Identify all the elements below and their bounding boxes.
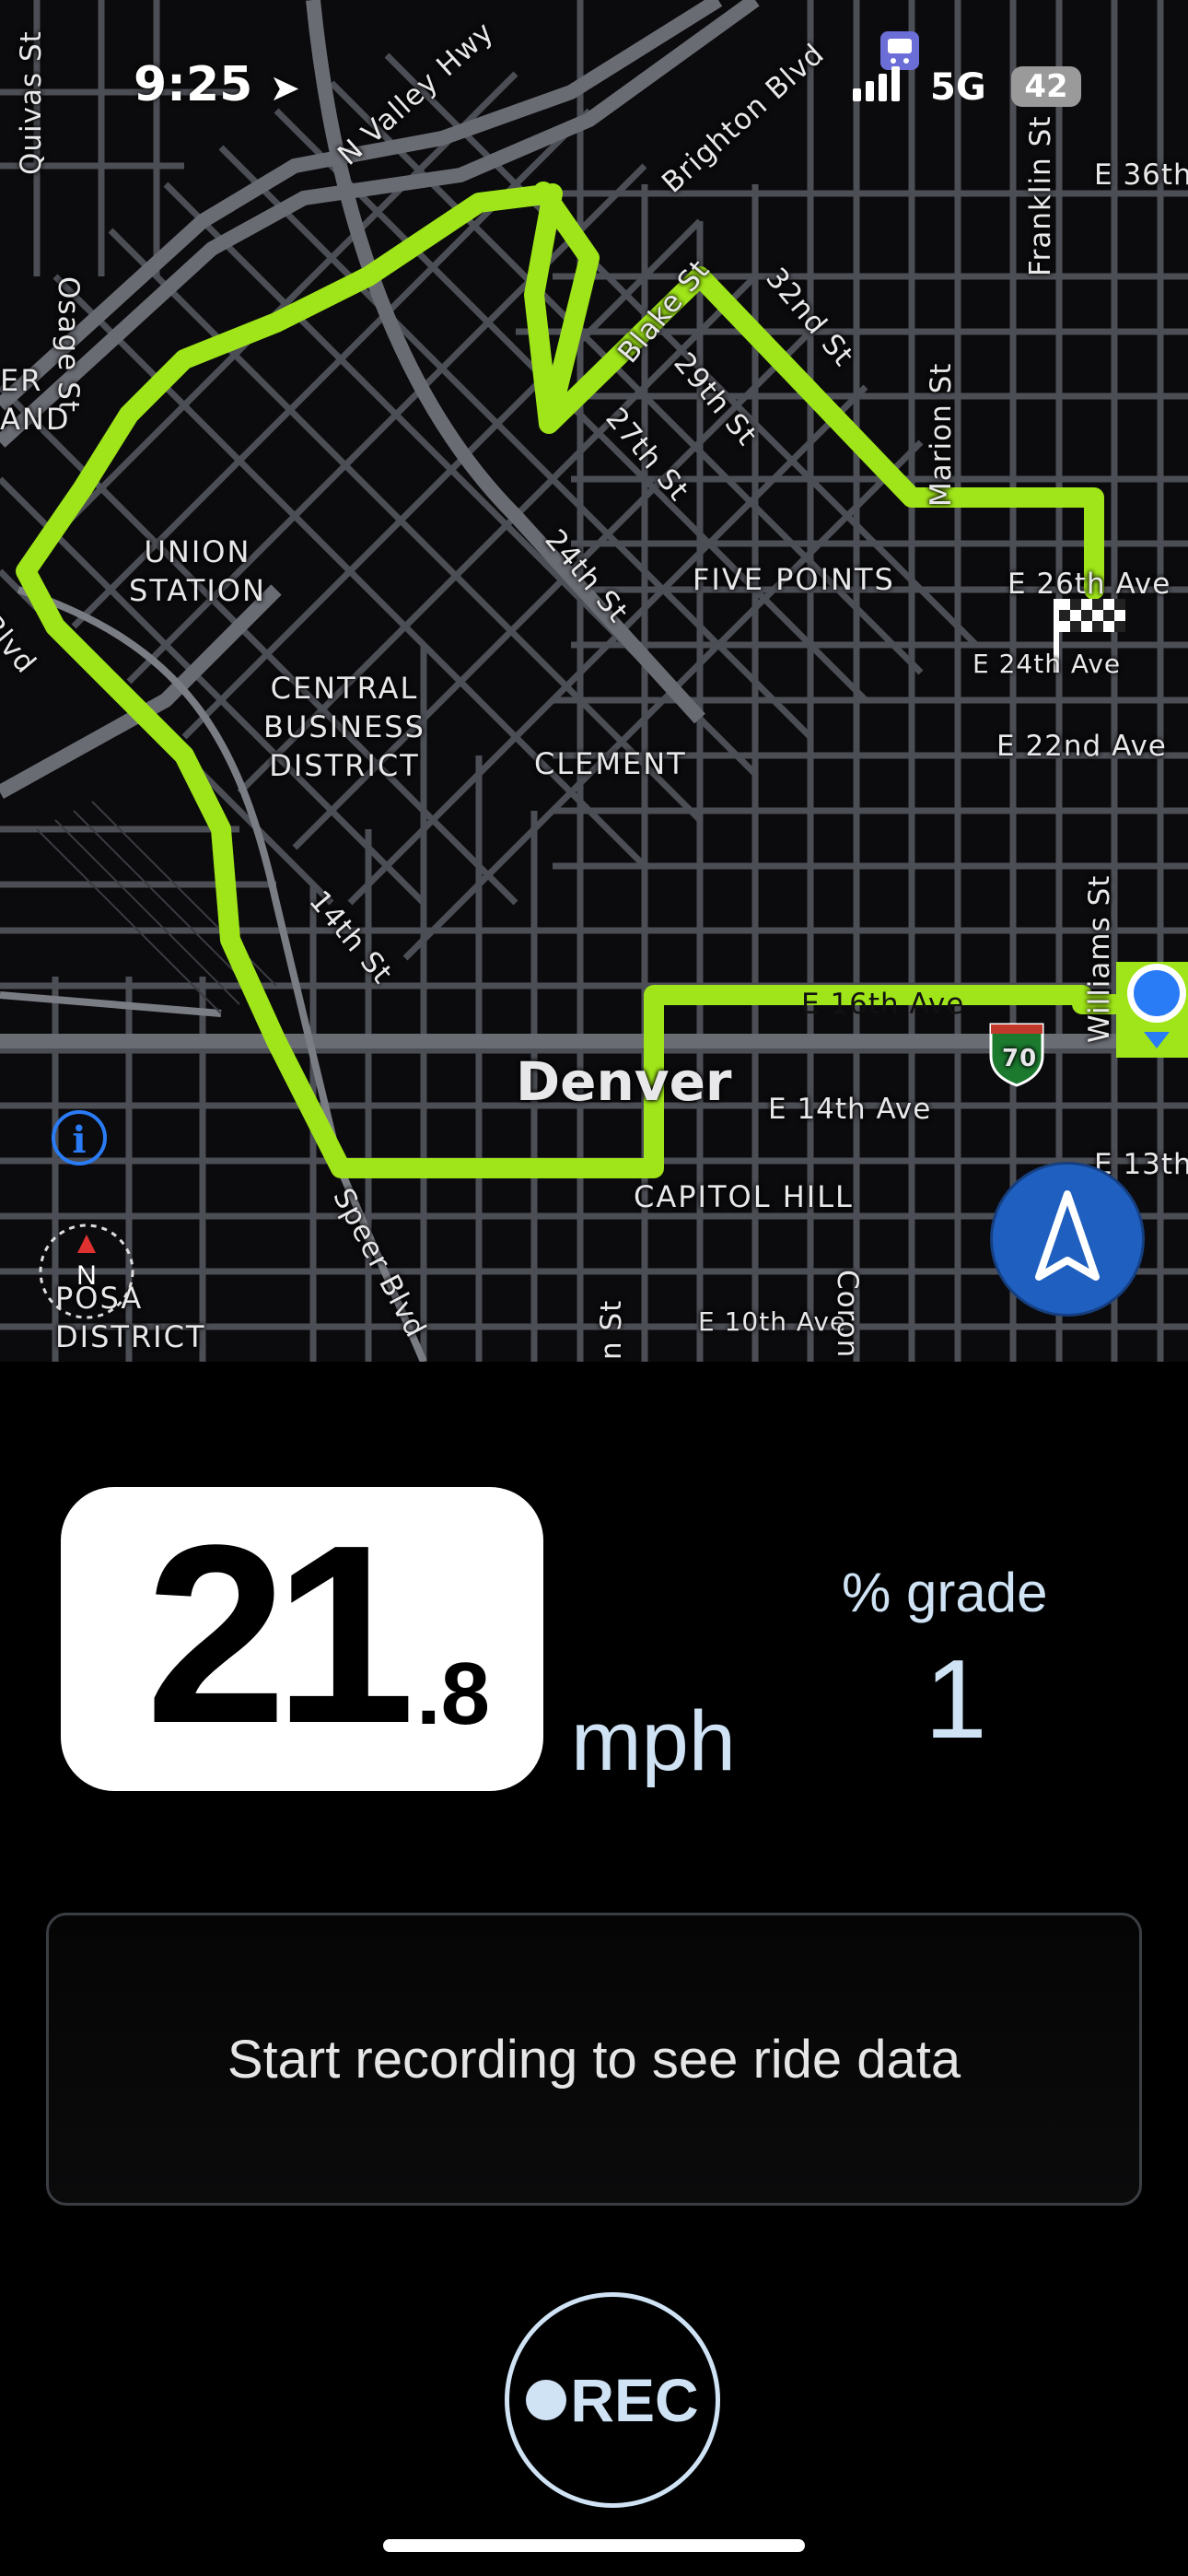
speed-unit: mph <box>571 1694 736 1788</box>
speed-decimal: .8 <box>416 1645 491 1743</box>
street-label: E 24th Ave <box>973 649 1122 679</box>
home-indicator[interactable] <box>383 2539 805 2552</box>
location-arrow-icon: ➤ <box>269 67 300 110</box>
area-label: UNION STATION <box>129 534 266 608</box>
grade-label: % grade <box>842 1562 1048 1623</box>
grade-value: 1 <box>925 1636 987 1762</box>
ride-data-placeholder: Start recording to see ride data <box>46 1913 1142 2206</box>
street-label: Quivas St <box>15 30 48 175</box>
compass-letter: N <box>76 1260 97 1291</box>
street-label: Williams St <box>1083 874 1116 1043</box>
street-label: n St <box>595 1299 628 1360</box>
signal-icon <box>853 66 900 101</box>
record-label: REC <box>570 2366 699 2434</box>
ride-data-message: Start recording to see ride data <box>227 2029 961 2090</box>
area-label: CLEMENT <box>534 746 687 781</box>
info-icon[interactable]: i <box>52 1110 107 1165</box>
current-location-icon <box>1116 962 1188 1058</box>
speed-display: 21 .8 <box>61 1487 543 1791</box>
street-label: E 10th Ave <box>698 1306 847 1337</box>
record-dot-icon <box>526 2380 567 2420</box>
street-label: E 26th Ave <box>1007 568 1171 601</box>
area-label: CAPITOL HILL <box>634 1179 854 1214</box>
navigation-arrow-icon[interactable] <box>993 1165 1142 1314</box>
street-label: E 14th Ave <box>768 1093 932 1126</box>
city-label: Denver <box>516 1050 732 1113</box>
network-type: 5G <box>930 66 986 109</box>
area-label: CENTRAL BUSINESS DISTRICT <box>263 671 425 783</box>
area-label: ER AND <box>0 363 71 437</box>
speed-value: 21 <box>146 1493 415 1776</box>
interstate-label: 70 <box>1002 1045 1038 1072</box>
street-label: Coron <box>831 1270 864 1359</box>
area-label: FIVE POINTS <box>693 562 895 597</box>
map-view[interactable]: 9:25 ➤ 5G 42 Quivas St Osage St N Valley… <box>0 0 1188 1362</box>
status-time: 9:25 ➤ <box>134 57 300 112</box>
street-label: E 22nd Ave <box>996 730 1167 763</box>
street-grid <box>0 0 1188 1362</box>
ride-panel: 21 .8 mph % grade 1 Start recording to s… <box>0 1362 1188 2576</box>
street-label: E 36th <box>1094 158 1188 192</box>
record-button[interactable]: REC <box>505 2292 720 2508</box>
street-label: Marion St <box>925 362 958 507</box>
street-label: E 16th Ave <box>801 988 965 1021</box>
street-label: Franklin St <box>1024 115 1057 276</box>
compass-icon[interactable]: N <box>33 1218 140 1325</box>
battery-indicator: 42 <box>1011 66 1081 107</box>
